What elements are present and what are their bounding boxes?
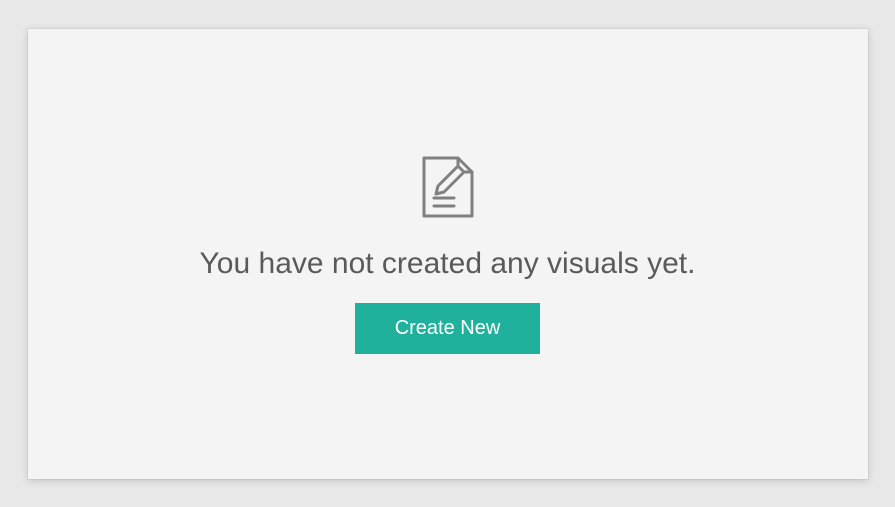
create-new-button[interactable]: Create New [355, 303, 541, 354]
empty-state-message: You have not created any visuals yet. [200, 247, 696, 281]
document-edit-icon [420, 154, 476, 225]
empty-state-card: You have not created any visuals yet. Cr… [28, 29, 868, 479]
